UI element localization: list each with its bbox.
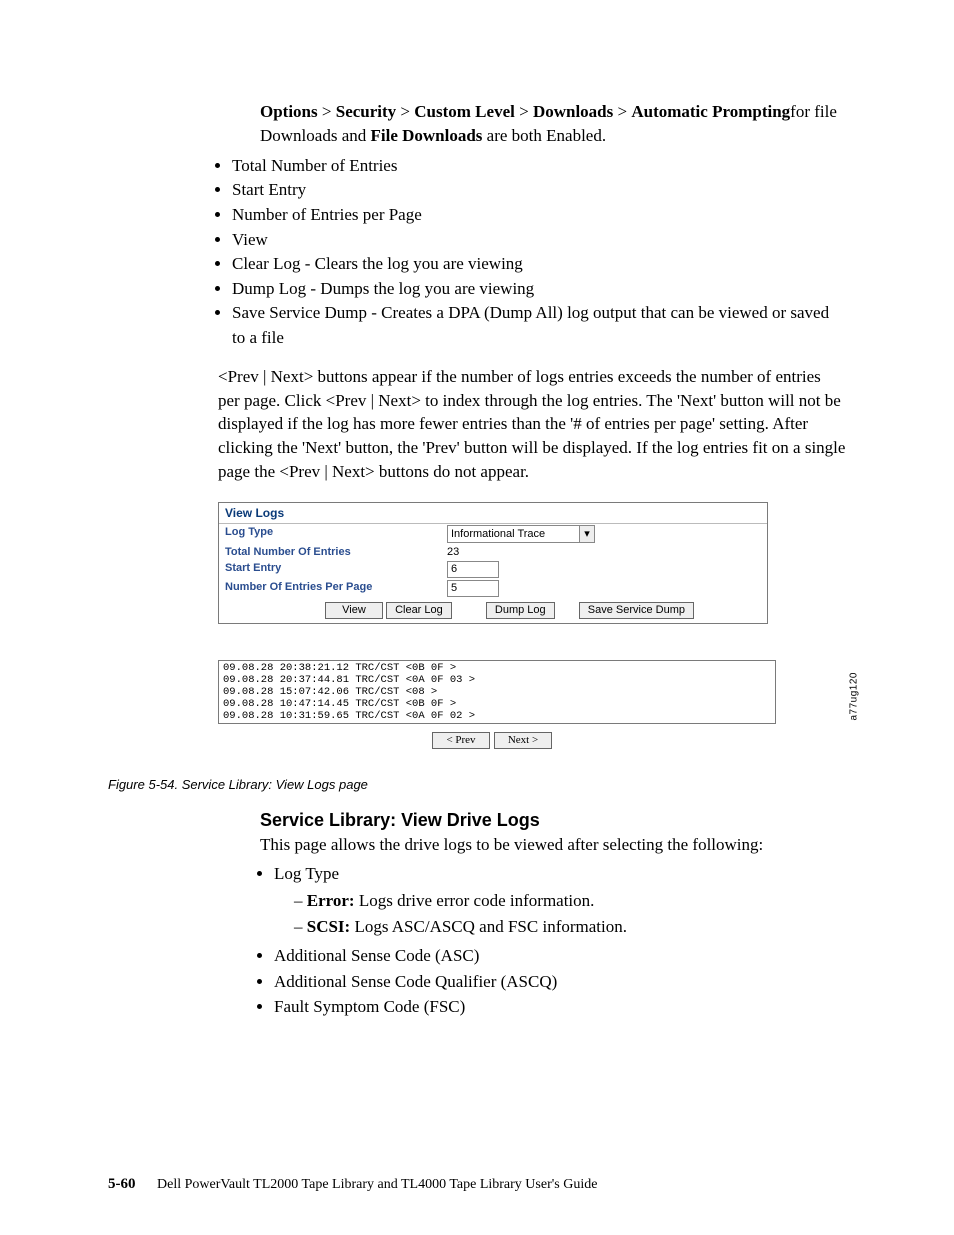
view-button[interactable]: View <box>325 602 383 619</box>
log-line: 09.08.28 10:31:59.65 TRC/CST <0A 0F 02 > <box>223 710 771 722</box>
start-entry-input[interactable]: 6 <box>447 561 499 578</box>
list-item: Number of Entries per Page <box>232 203 846 228</box>
chevron-down-icon: ▾ <box>579 526 594 542</box>
log-line: 09.08.28 20:38:21.12 TRC/CST <0B 0F > <box>223 662 771 674</box>
list-item: Clear Log - Clears the log you are viewi… <box>232 252 846 277</box>
list-item: Total Number of Entries <box>232 154 846 179</box>
list-item: Additional Sense Code (ASC) <box>274 943 846 969</box>
panel-title: View Logs <box>219 503 767 524</box>
figure-view-logs: View Logs Log Type Informational Trace ▾… <box>218 502 846 749</box>
figure-id-label: a77ug120 <box>848 672 859 721</box>
list-item: Additional Sense Code Qualifier (ASCQ) <box>274 969 846 995</box>
log-line: 09.08.28 15:07:42.06 TRC/CST <08 > <box>223 686 771 698</box>
log-line: 09.08.28 20:37:44.81 TRC/CST <0A 0F 03 > <box>223 674 771 686</box>
section-intro: This page allows the drive logs to be vi… <box>260 833 846 857</box>
page-footer: 5-60 Dell PowerVault TL2000 Tape Library… <box>108 1176 597 1193</box>
list-item: Fault Symptom Code (FSC) <box>274 994 846 1020</box>
doc-title: Dell PowerVault TL2000 Tape Library and … <box>139 1177 597 1192</box>
log-output: 09.08.28 20:38:21.12 TRC/CST <0B 0F > 09… <box>218 660 776 724</box>
body-paragraph: <Prev | Next> buttons appear if the numb… <box>218 365 846 484</box>
feature-list: Total Number of Entries Start Entry Numb… <box>218 154 846 351</box>
list-item: View <box>232 228 846 253</box>
list-item: Save Service Dump - Creates a DPA (Dump … <box>232 301 846 350</box>
log-type-select[interactable]: Informational Trace ▾ <box>447 525 595 543</box>
list-item: SCSI: Logs ASC/ASCQ and FSC information. <box>294 914 846 940</box>
per-page-input[interactable]: 5 <box>447 580 499 597</box>
total-entries-value: 23 <box>447 544 767 560</box>
list-item: Dump Log - Dumps the log you are viewing <box>232 277 846 302</box>
total-entries-label: Total Number Of Entries <box>219 544 447 560</box>
log-line: 09.08.28 10:47:14.45 TRC/CST <0B 0F > <box>223 698 771 710</box>
per-page-label: Number Of Entries Per Page <box>219 579 447 598</box>
breadcrumb-text: Options > Security > Custom Level > Down… <box>260 100 846 148</box>
figure-caption: Figure 5-54. Service Library: View Logs … <box>108 777 846 792</box>
section-heading: Service Library: View Drive Logs <box>260 810 846 831</box>
next-button[interactable]: Next > <box>494 732 552 749</box>
list-item: Error: Logs drive error code information… <box>294 888 846 914</box>
page-number: 5-60 <box>108 1176 136 1192</box>
list-item: Start Entry <box>232 178 846 203</box>
list-item: Log Type Error: Logs drive error code in… <box>274 861 846 940</box>
prev-button[interactable]: < Prev <box>432 732 490 749</box>
clear-log-button[interactable]: Clear Log <box>386 602 452 619</box>
start-entry-label: Start Entry <box>219 560 447 579</box>
dump-log-button[interactable]: Dump Log <box>486 602 555 619</box>
save-service-dump-button[interactable]: Save Service Dump <box>579 602 694 619</box>
drive-logs-list: Log Type Error: Logs drive error code in… <box>260 861 846 1020</box>
log-type-label: Log Type <box>219 524 447 544</box>
